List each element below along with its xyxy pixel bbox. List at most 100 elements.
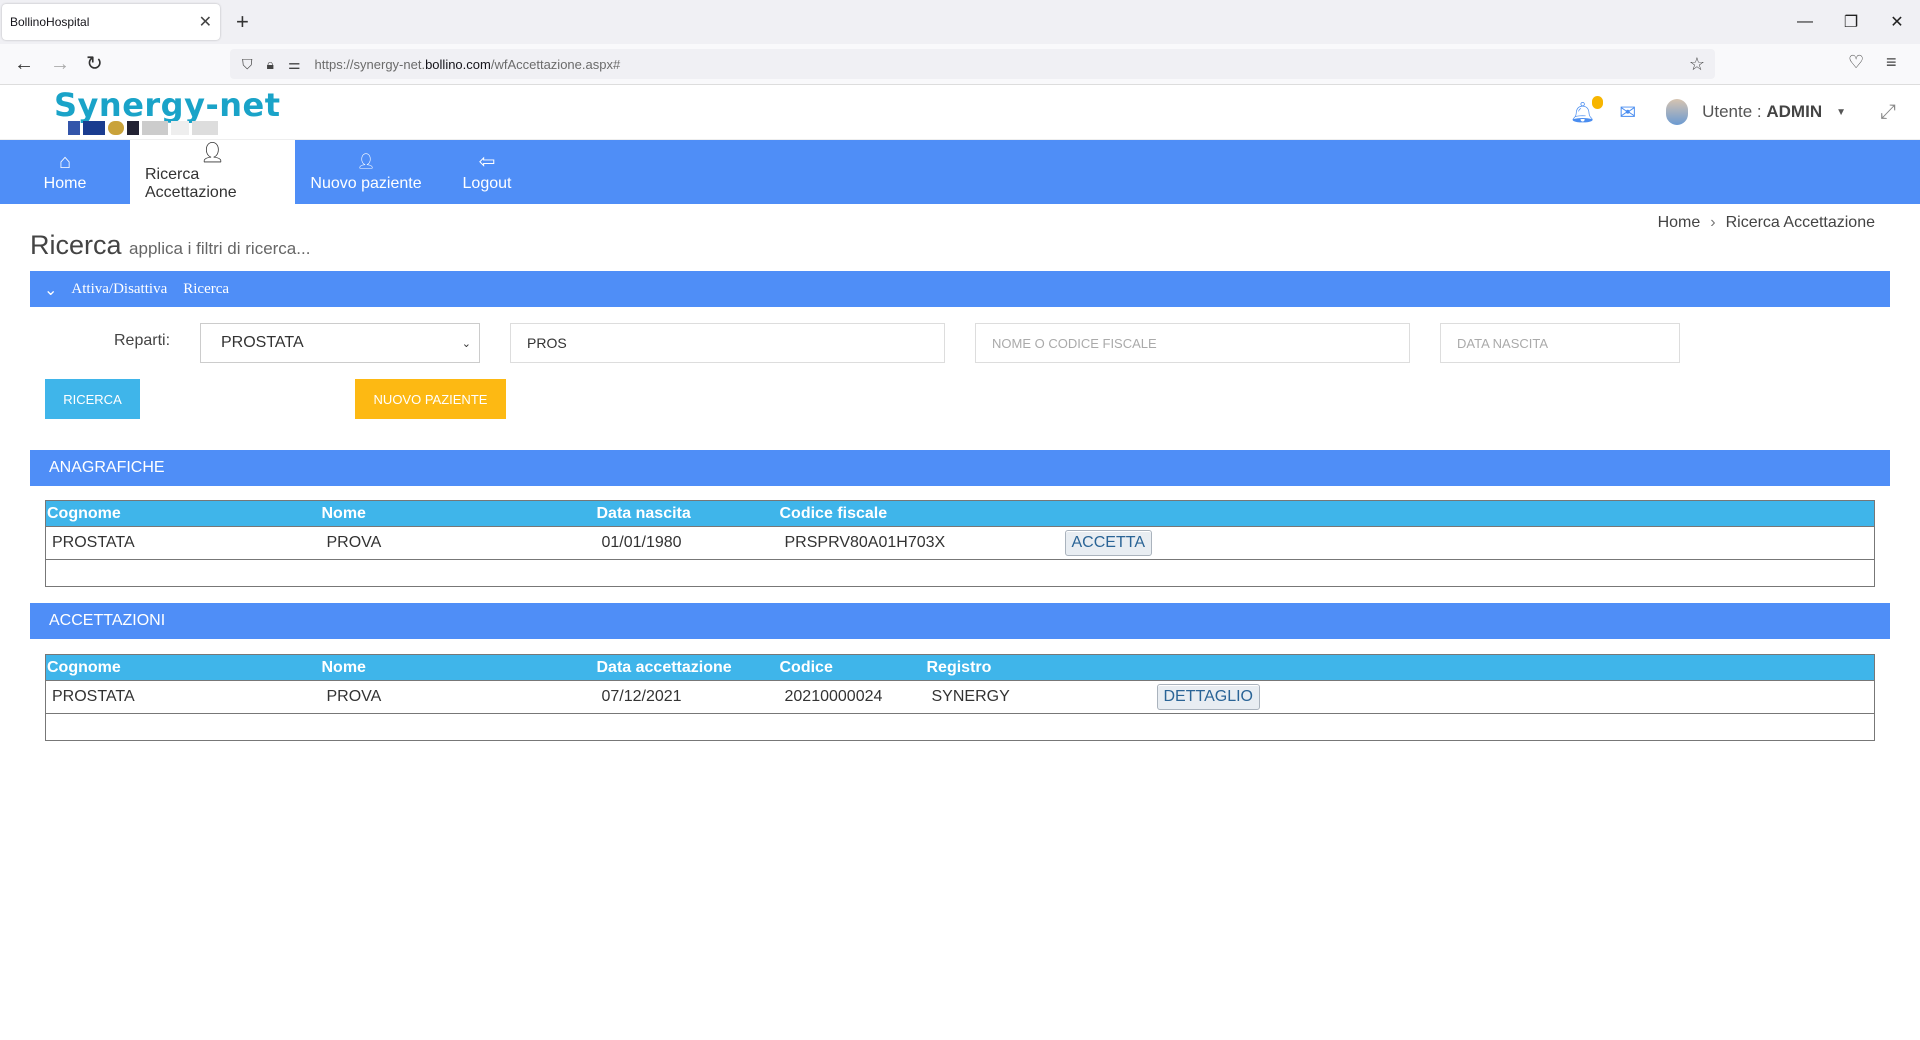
table-row-empty — [45, 713, 1875, 741]
breadcrumb-home[interactable]: Home — [1658, 214, 1701, 231]
app-header: Synergy-net 🔔︎ ✉ Utente : ADMIN ▼ ⤢ — [0, 85, 1920, 140]
shield-icon[interactable]: ⛉ — [242, 56, 253, 73]
anagrafiche-title: ANAGRAFICHE — [49, 459, 165, 476]
new-tab-icon[interactable]: + — [236, 10, 249, 34]
name-fiscal-code-placeholder: NOME O CODICE FISCALE — [992, 335, 1157, 351]
nuovo-paziente-button[interactable]: NUOVO PAZIENTE — [355, 379, 506, 419]
name-fiscal-code-input[interactable]: NOME O CODICE FISCALE — [975, 323, 1410, 363]
anagrafiche-table: Cognome Nome Data nascita Codice fiscale… — [45, 500, 1875, 587]
close-tab-icon[interactable]: ✕ — [199, 12, 212, 32]
url-domain: bollino.com — [425, 56, 491, 72]
browser-tab-bar: BollinoHospital ✕ + — ❐ ✕ — [0, 0, 1920, 44]
table-row-empty — [45, 559, 1875, 587]
url-prefix: https://synergy-net. — [314, 56, 426, 72]
anagrafiche-header: ANAGRAFICHE — [30, 450, 1890, 486]
cell-registro: SYNERGY — [925, 680, 1151, 714]
cell-action: ACCETTA — [1058, 526, 1875, 560]
user-label: Utente : — [1702, 102, 1762, 121]
table-row: PROSTATA PROVA 01/01/1980 PRSPRV80A01H70… — [45, 526, 1875, 560]
pocket-icon[interactable]: ♡ — [1848, 52, 1864, 73]
notification-badge — [1592, 95, 1604, 109]
column-header: Nome — [320, 654, 596, 681]
cell-codice: 20210000024 — [778, 680, 926, 714]
accetta-button[interactable]: ACCETTA — [1064, 530, 1152, 556]
column-header: Data accettazione — [595, 654, 779, 681]
column-header-empty — [1058, 500, 1875, 527]
column-header: Cognome — [45, 500, 321, 527]
fullscreen-icon[interactable]: ⤢ — [1880, 101, 1896, 124]
url-path: /wfAccettazione.aspx# — [490, 56, 621, 72]
page-title-text: Ricerca — [30, 230, 122, 260]
header-actions: 🔔︎ ✉ Utente : ADMIN ▼ ⤢ — [1570, 85, 1920, 139]
birth-date-input[interactable]: DATA NASCITA — [1440, 323, 1680, 363]
column-header: Nome — [320, 500, 596, 527]
url-bar[interactable]: ⛉ 🔒︎ ⚌ https://synergy-net. bollino.com/w… — [230, 49, 1715, 79]
reparti-value: PROSTATA — [221, 334, 304, 351]
bell-icon[interactable]: 🔔︎ — [1570, 95, 1604, 125]
menu-label-nuovo: Nuovo paziente — [310, 175, 422, 192]
chevron-down-icon[interactable]: ⌄ — [44, 280, 57, 299]
close-window-icon[interactable]: ✕ — [1874, 0, 1920, 44]
filter-section-label: Ricerca — [183, 280, 230, 297]
restore-icon[interactable]: ❐ — [1828, 0, 1874, 44]
menu-label-home: Home — [43, 175, 87, 192]
mail-icon[interactable]: ✉ — [1619, 100, 1636, 125]
bookmark-star-icon[interactable]: ☆ — [1689, 54, 1705, 75]
browser-tab[interactable]: BollinoHospital ✕ — [2, 4, 220, 40]
menu-item-ricerca-accettazione[interactable]: 👤︎ Ricerca Accettazione — [130, 140, 295, 204]
home-icon: ⌂ — [58, 151, 72, 173]
user-icon: 👤︎ — [356, 153, 376, 170]
search-input[interactable]: PROS — [510, 323, 945, 363]
logo[interactable]: Synergy-net — [54, 87, 281, 135]
menu-item-home[interactable]: ⌂ Home — [0, 140, 130, 204]
birth-date-placeholder: DATA NASCITA — [1457, 335, 1549, 351]
table-row: PROSTATA PROVA 07/12/2021 20210000024 SY… — [45, 680, 1875, 714]
lock-icon[interactable]: 🔒︎ — [267, 56, 274, 73]
back-icon[interactable]: ← — [14, 52, 34, 76]
column-header-empty — [1150, 654, 1875, 681]
column-header: Registro — [925, 654, 1151, 681]
browser-nav-bar: ← → ↻ ⛉ 🔒︎ ⚌ https://synergy-net. bollino… — [0, 44, 1920, 85]
window-controls: — ❐ ✕ — [1782, 0, 1920, 44]
accettazioni-title: ACCETTAZIONI — [49, 612, 166, 629]
reload-icon[interactable]: ↻ — [86, 52, 103, 76]
logo-text: Synergy-net — [54, 86, 281, 124]
cell-codice-fiscale: PRSPRV80A01H703X — [778, 526, 1059, 560]
accettazioni-header: ACCETTAZIONI — [30, 603, 1890, 639]
menu-icon[interactable]: ≡ — [1886, 52, 1897, 73]
cell-data-nascita: 01/01/1980 — [595, 526, 779, 560]
breadcrumb: Home › Ricerca Accettazione — [1658, 214, 1875, 232]
chevron-right-icon: › — [1710, 214, 1716, 231]
column-header: Codice — [778, 654, 926, 681]
column-header: Data nascita — [595, 500, 779, 527]
search-input-value: PROS — [527, 335, 567, 351]
cell-data-accettazione: 07/12/2021 — [595, 680, 779, 714]
forward-icon[interactable]: → — [50, 52, 70, 76]
column-header: Codice fiscale — [778, 500, 1059, 527]
ricerca-button[interactable]: RICERCA — [45, 379, 140, 419]
user-menu[interactable]: Utente : ADMIN — [1702, 102, 1822, 122]
permissions-icon[interactable]: ⚌ — [288, 56, 301, 73]
main-menu: ⌂ Home 👤︎ Ricerca Accettazione 👤︎ Nuovo … — [0, 140, 1920, 204]
filter-toggle-label[interactable]: Attiva/Disattiva — [71, 281, 167, 298]
filter-toggle-bar[interactable]: ⌄ Attiva/Disattiva Ricerca — [30, 271, 1890, 307]
cell-nome: PROVA — [320, 680, 596, 714]
menu-label-ricerca: Ricerca Accettazione — [145, 166, 237, 201]
breadcrumb-current: Ricerca Accettazione — [1725, 214, 1875, 231]
cell-cognome: PROSTATA — [45, 526, 321, 560]
cell-nome: PROVA — [320, 526, 596, 560]
chevron-down-icon: ⌄ — [461, 337, 471, 350]
menu-item-nuovo-paziente[interactable]: 👤︎ Nuovo paziente — [295, 140, 437, 204]
reparti-select[interactable]: PROSTATA ⌄ — [200, 323, 480, 363]
table-header-row: Cognome Nome Data accettazione Codice Re… — [45, 654, 1875, 681]
logout-icon: ⇦ — [478, 151, 496, 173]
menu-item-logout[interactable]: ⇦ Logout — [437, 140, 537, 204]
menu-label-logout: Logout — [462, 175, 512, 192]
dettaglio-button[interactable]: DETTAGLIO — [1156, 684, 1260, 710]
minimize-icon[interactable]: — — [1782, 0, 1828, 44]
page-subtitle: applica i filtri di ricerca... — [129, 239, 311, 258]
page-title: Ricerca applica i filtri di ricerca... — [30, 230, 310, 261]
reparti-label: Reparti: — [114, 332, 171, 349]
avatar[interactable] — [1666, 99, 1689, 125]
chevron-down-icon[interactable]: ▼ — [1836, 107, 1846, 118]
